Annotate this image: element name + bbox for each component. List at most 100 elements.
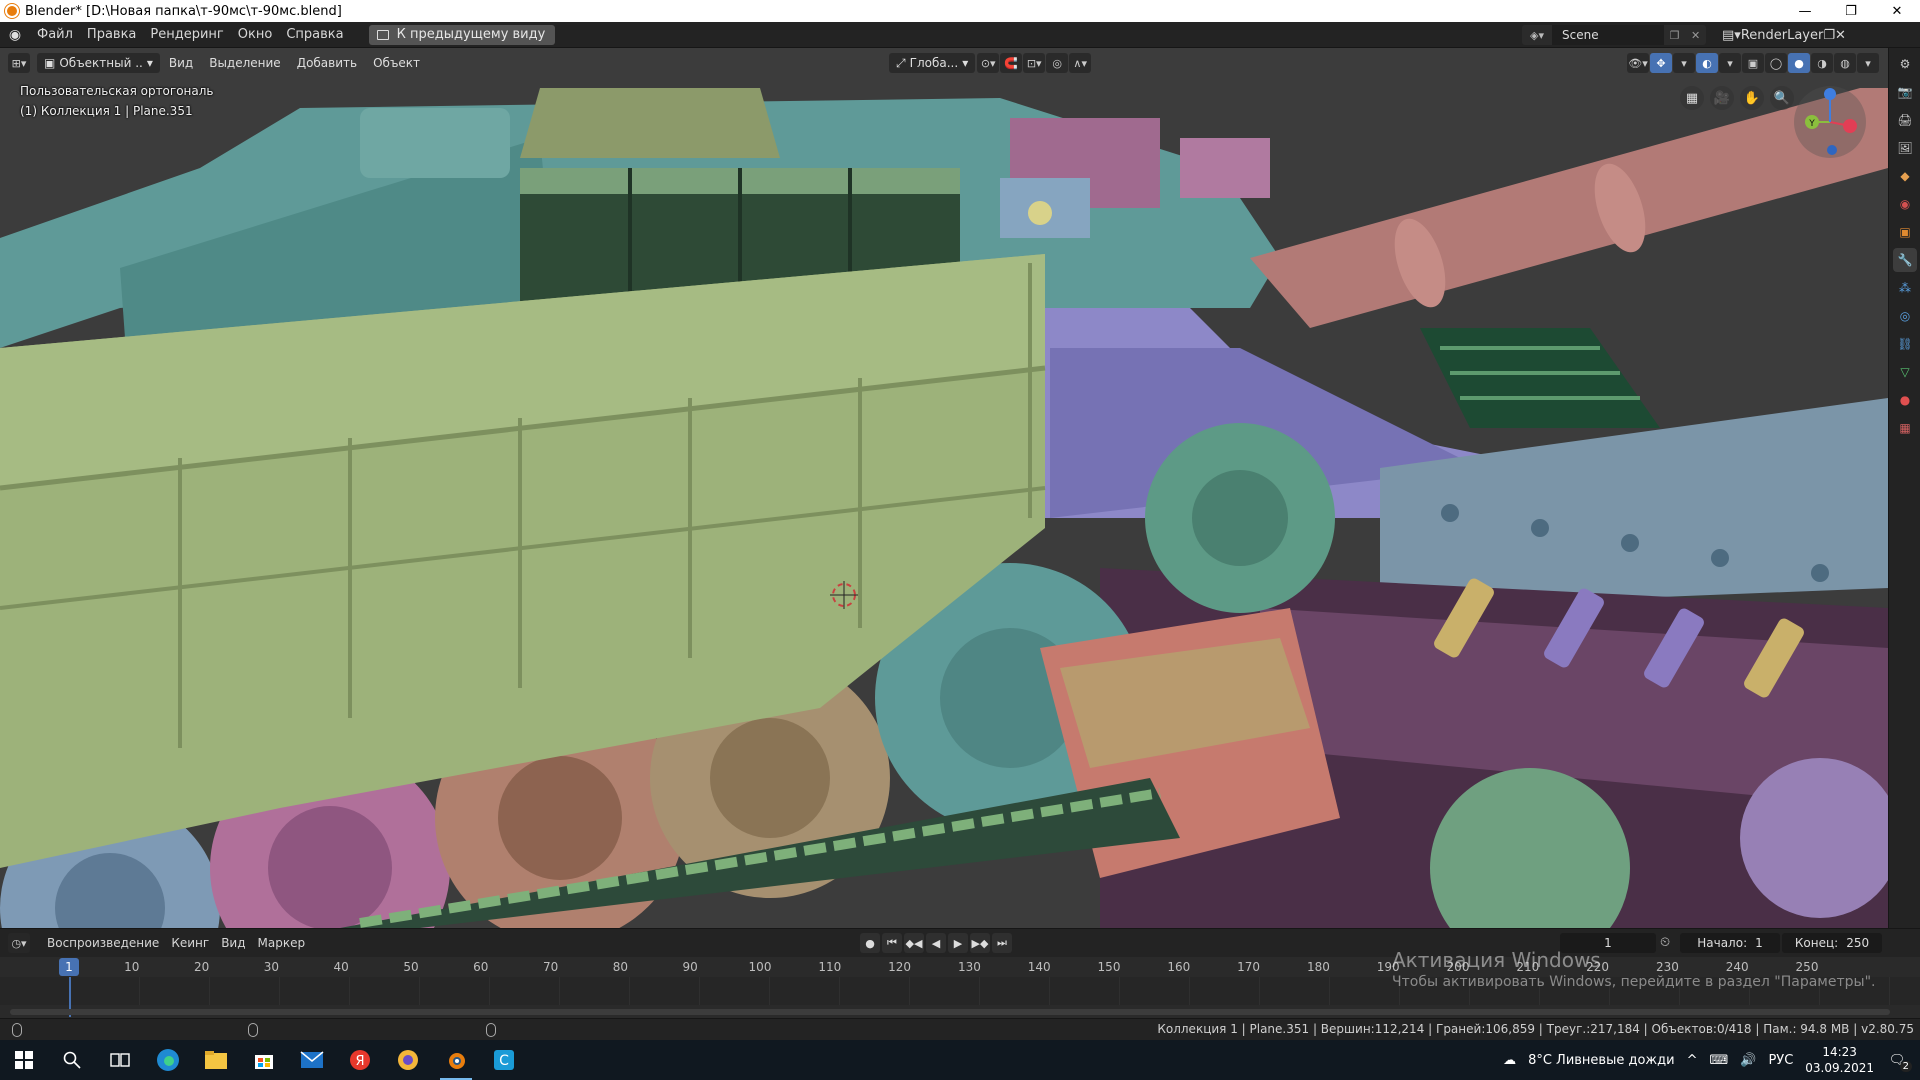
taskbar-mail[interactable]: [288, 1040, 336, 1080]
physics-tab-icon[interactable]: ◎: [1893, 304, 1917, 328]
camera-view-icon[interactable]: 🎥: [1710, 86, 1734, 110]
timeline-editor-type-icon[interactable]: ◷▾: [8, 933, 30, 953]
shading-material-icon[interactable]: ◑: [1811, 53, 1833, 73]
timeline-scrollbar[interactable]: [10, 1009, 1890, 1015]
overlays-toggle-icon[interactable]: ◐: [1696, 53, 1718, 73]
output-tab-icon[interactable]: 🖨: [1893, 108, 1917, 132]
taskbar-app-orange[interactable]: [384, 1040, 432, 1080]
blender-logo-icon[interactable]: ◉: [0, 27, 30, 43]
timeline-current-frame-marker[interactable]: 1: [59, 958, 79, 976]
xray-toggle-icon[interactable]: ▣: [1742, 53, 1764, 73]
texture-tab-icon[interactable]: ▦: [1893, 416, 1917, 440]
shading-dropdown-icon[interactable]: ▾: [1857, 53, 1879, 73]
toggle-ortho-icon[interactable]: ▦: [1680, 86, 1704, 110]
material-tab-icon[interactable]: ●: [1893, 388, 1917, 412]
viewport-menu-object[interactable]: Объект: [366, 53, 428, 73]
gizmo-x-axis[interactable]: [1843, 119, 1857, 133]
render-tab-icon[interactable]: 📷: [1893, 80, 1917, 104]
menu-help[interactable]: Справка: [279, 22, 350, 48]
minimize-button[interactable]: —: [1782, 0, 1828, 22]
taskbar-blender[interactable]: [432, 1040, 480, 1080]
c-app-icon: C: [494, 1050, 514, 1070]
gizmo-dropdown-icon[interactable]: ▾: [1673, 53, 1695, 73]
search-button[interactable]: [48, 1040, 96, 1080]
weather-widget[interactable]: 8°C Ливневые дожди: [1528, 1053, 1675, 1068]
shading-rendered-icon[interactable]: ◍: [1834, 53, 1856, 73]
zoom-view-icon[interactable]: 🔍: [1770, 86, 1794, 110]
network-icon[interactable]: ⌨: [1709, 1053, 1728, 1068]
language-indicator[interactable]: РУС: [1768, 1053, 1793, 1068]
scene-name[interactable]: Scene: [1552, 25, 1664, 45]
object-data-tab-icon[interactable]: ▽: [1893, 360, 1917, 384]
modifiers-tab-icon[interactable]: 🔧: [1893, 248, 1917, 272]
snap-target-icon[interactable]: ⊡▾: [1023, 53, 1046, 73]
new-scene-icon[interactable]: ❐: [1670, 29, 1680, 42]
taskbar-store[interactable]: [240, 1040, 288, 1080]
transform-orientation-dropdown[interactable]: ⤢ Глоба... ▾: [889, 53, 976, 73]
interaction-mode-dropdown[interactable]: ▣ Объектный .. ▾: [37, 53, 160, 73]
view-layer-selector[interactable]: ▤▾ RenderLayer ❐✕: [1722, 25, 1914, 45]
constraints-tab-icon[interactable]: ⛓: [1893, 332, 1917, 356]
play-icon[interactable]: ▶: [948, 933, 968, 953]
snap-icon[interactable]: 🧲: [1000, 53, 1023, 73]
play-reverse-icon[interactable]: ◀: [926, 933, 946, 953]
shading-solid-icon[interactable]: ●: [1788, 53, 1810, 73]
navigation-gizmo[interactable]: Y: [1792, 84, 1868, 160]
object-tab-icon[interactable]: ▣: [1893, 220, 1917, 244]
world-tab-icon[interactable]: ◉: [1893, 192, 1917, 216]
volume-icon[interactable]: 🔊: [1740, 1053, 1756, 1068]
close-button[interactable]: ✕: [1874, 0, 1920, 22]
back-to-previous-button[interactable]: К предыдущему виду: [368, 24, 556, 45]
tank-model-render[interactable]: [0, 48, 1888, 928]
gizmo-z-axis[interactable]: [1824, 88, 1836, 100]
restore-button[interactable]: ❐: [1828, 0, 1874, 22]
gizmo-toggle-icon[interactable]: ✥: [1650, 53, 1672, 73]
scene-tab-icon[interactable]: ◆: [1893, 164, 1917, 188]
gizmo-neg-z-axis[interactable]: [1827, 145, 1837, 155]
overlays-dropdown-icon[interactable]: ▾: [1719, 53, 1741, 73]
viewport-menu-select[interactable]: Выделение: [202, 53, 288, 73]
taskbar-edge[interactable]: [144, 1040, 192, 1080]
menu-edit[interactable]: Правка: [80, 22, 143, 48]
shading-wireframe-icon[interactable]: ◯: [1765, 53, 1787, 73]
clock-date: 03.09.2021: [1805, 1061, 1874, 1075]
viewport-menu-add[interactable]: Добавить: [289, 53, 365, 73]
jump-end-icon[interactable]: ⏭: [992, 933, 1012, 953]
timeline-menu-marker[interactable]: Маркер: [252, 936, 312, 950]
pan-view-icon[interactable]: ✋: [1740, 86, 1764, 110]
timeline-menu-keying[interactable]: Кеинг: [165, 936, 215, 950]
menu-window[interactable]: Окно: [231, 22, 280, 48]
taskbar-clock[interactable]: 14:23 03.09.2021: [1805, 1044, 1874, 1076]
next-keyframe-icon[interactable]: ▶◆: [970, 933, 990, 953]
prev-keyframe-icon[interactable]: ◆◀: [904, 933, 924, 953]
3d-viewport[interactable]: [0, 48, 1888, 928]
jump-start-icon[interactable]: ⏮: [882, 933, 902, 953]
view-layer-name[interactable]: RenderLayer: [1741, 28, 1824, 43]
timeline-menu-playback[interactable]: Воспроизведение: [41, 936, 165, 950]
start-button[interactable]: [0, 1040, 48, 1080]
delete-scene-icon[interactable]: ✕: [1691, 29, 1700, 42]
visibility-icon[interactable]: 👁▾: [1627, 53, 1649, 73]
taskbar-explorer[interactable]: [192, 1040, 240, 1080]
scene-selector[interactable]: ◈▾ Scene ❐ ✕: [1522, 25, 1706, 45]
tool-settings-tab-icon[interactable]: ⚙: [1893, 52, 1917, 76]
menu-render[interactable]: Рендеринг: [143, 22, 230, 48]
viewport-menu-view[interactable]: Вид: [161, 53, 201, 73]
pivot-point-icon[interactable]: ⊙▾: [977, 53, 1000, 73]
timeline-menu-view[interactable]: Вид: [215, 936, 251, 950]
taskbar-yandex[interactable]: Я: [336, 1040, 384, 1080]
tray-expand-icon[interactable]: ^: [1687, 1053, 1698, 1068]
menu-file[interactable]: Файл: [30, 22, 80, 48]
mail-icon: [300, 1051, 324, 1068]
proportional-edit-icon[interactable]: ◎: [1046, 53, 1069, 73]
taskbar-c-app[interactable]: C: [480, 1040, 528, 1080]
new-view-layer-icon[interactable]: ❐: [1823, 28, 1835, 43]
view-layer-tab-icon[interactable]: 🖼: [1893, 136, 1917, 160]
notifications-button[interactable]: 🗨 2: [1886, 1053, 1912, 1072]
record-icon[interactable]: ●: [860, 933, 880, 953]
particles-tab-icon[interactable]: ⁂: [1893, 276, 1917, 300]
editor-type-icon[interactable]: ⊞▾: [8, 53, 30, 73]
task-view-button[interactable]: [96, 1040, 144, 1080]
delete-view-layer-icon[interactable]: ✕: [1835, 28, 1846, 43]
falloff-icon[interactable]: ∧▾: [1069, 53, 1092, 73]
